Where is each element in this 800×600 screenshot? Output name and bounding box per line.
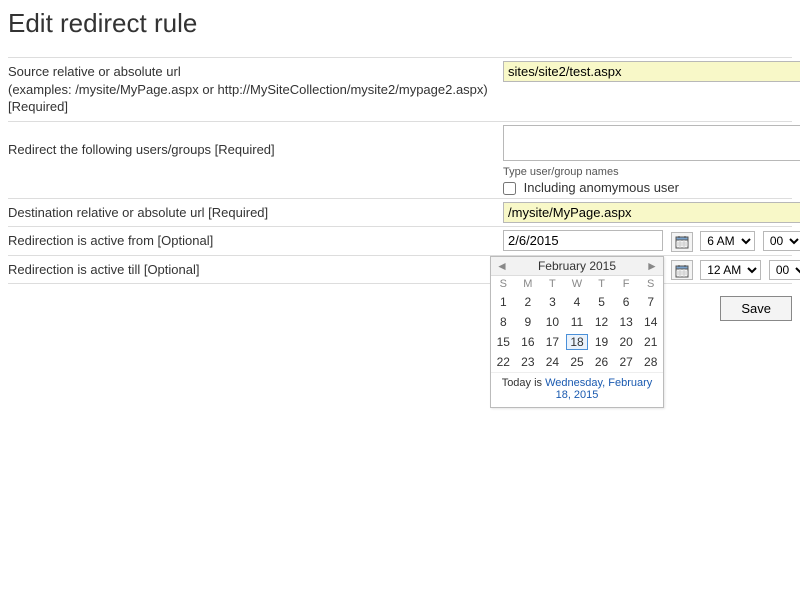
calendar-day[interactable]: 27 — [614, 352, 639, 372]
source-url-label: Source relative or absolute url (example… — [8, 61, 503, 118]
active-from-hour-select[interactable]: 6 AM — [700, 231, 755, 251]
destination-url-label: Destination relative or absolute url [Re… — [8, 202, 503, 224]
calendar-day[interactable]: 17 — [540, 332, 565, 352]
usergroup-hint: Type user/group names — [503, 166, 792, 178]
calendar-dow: W — [565, 276, 590, 292]
calendar-icon — [675, 262, 689, 277]
source-url-input[interactable] — [503, 61, 800, 82]
calendar-day[interactable]: 10 — [540, 312, 565, 332]
active-from-calendar-button[interactable] — [671, 232, 693, 252]
active-from-min-select[interactable]: 00 — [763, 231, 800, 251]
calendar-day[interactable]: 4 — [565, 292, 590, 312]
include-anon-checkbox[interactable] — [503, 182, 516, 195]
usergroup-input[interactable] — [503, 125, 800, 161]
calendar-dow: T — [540, 276, 565, 292]
calendar-day[interactable]: 19 — [589, 332, 614, 352]
calendar-dow: T — [589, 276, 614, 292]
calendar-day[interactable]: 22 — [491, 352, 516, 372]
calendar-footer: Today is Wednesday, February 18, 2015 — [491, 372, 663, 407]
calendar-day[interactable]: 5 — [589, 292, 614, 312]
calendar-today-link[interactable]: Wednesday, February 18, 2015 — [545, 377, 652, 401]
chevron-right-icon: ► — [646, 259, 658, 273]
calendar-dow: S — [638, 276, 663, 292]
chevron-left-icon: ◄ — [496, 259, 508, 273]
calendar-dow: M — [516, 276, 541, 292]
calendar-day[interactable]: 14 — [638, 312, 663, 332]
destination-url-input[interactable] — [503, 202, 800, 223]
calendar-day[interactable]: 1 — [491, 292, 516, 312]
calendar-day[interactable]: 23 — [516, 352, 541, 372]
calendar-day[interactable]: 26 — [589, 352, 614, 372]
calendar-day[interactable]: 24 — [540, 352, 565, 372]
save-button[interactable]: Save — [720, 296, 792, 321]
active-till-min-select[interactable]: 00 — [769, 260, 800, 280]
include-anon-label: Including anomymous user — [524, 180, 679, 195]
calendar-day[interactable]: 8 — [491, 312, 516, 332]
calendar-icon — [675, 234, 689, 249]
calendar-day[interactable]: 2 — [516, 292, 541, 312]
active-till-label: Redirection is active till [Optional] — [8, 259, 503, 281]
calendar-day[interactable]: 15 — [491, 332, 516, 352]
calendar-day[interactable]: 9 — [516, 312, 541, 332]
calendar-dow: S — [491, 276, 516, 292]
date-picker-popup: ◄ February 2015 ► SMTWTFS123456789101112… — [490, 256, 664, 408]
calendar-day[interactable]: 28 — [638, 352, 663, 372]
calendar-day[interactable]: 3 — [540, 292, 565, 312]
active-till-hour-select[interactable]: 12 AM — [700, 260, 761, 280]
calendar-day[interactable]: 20 — [614, 332, 639, 352]
calendar-day[interactable]: 21 — [638, 332, 663, 352]
calendar-next-button[interactable]: ► — [641, 257, 663, 275]
calendar-month-title: February 2015 — [513, 257, 641, 275]
active-from-date-input[interactable] — [503, 230, 663, 251]
page-title: Edit redirect rule — [8, 8, 792, 39]
calendar-dow: F — [614, 276, 639, 292]
calendar-day[interactable]: 25 — [565, 352, 590, 372]
active-till-calendar-button[interactable] — [671, 260, 693, 280]
calendar-day[interactable]: 16 — [516, 332, 541, 352]
calendar-prev-button[interactable]: ◄ — [491, 257, 513, 275]
active-from-label: Redirection is active from [Optional] — [8, 230, 503, 252]
calendar-day[interactable]: 13 — [614, 312, 639, 332]
calendar-day[interactable]: 12 — [589, 312, 614, 332]
calendar-day[interactable]: 11 — [565, 312, 590, 332]
redirect-users-label: Redirect the following users/groups [Req… — [8, 125, 503, 161]
calendar-day[interactable]: 7 — [638, 292, 663, 312]
calendar-day[interactable]: 6 — [614, 292, 639, 312]
calendar-day[interactable]: 18 — [565, 332, 590, 352]
